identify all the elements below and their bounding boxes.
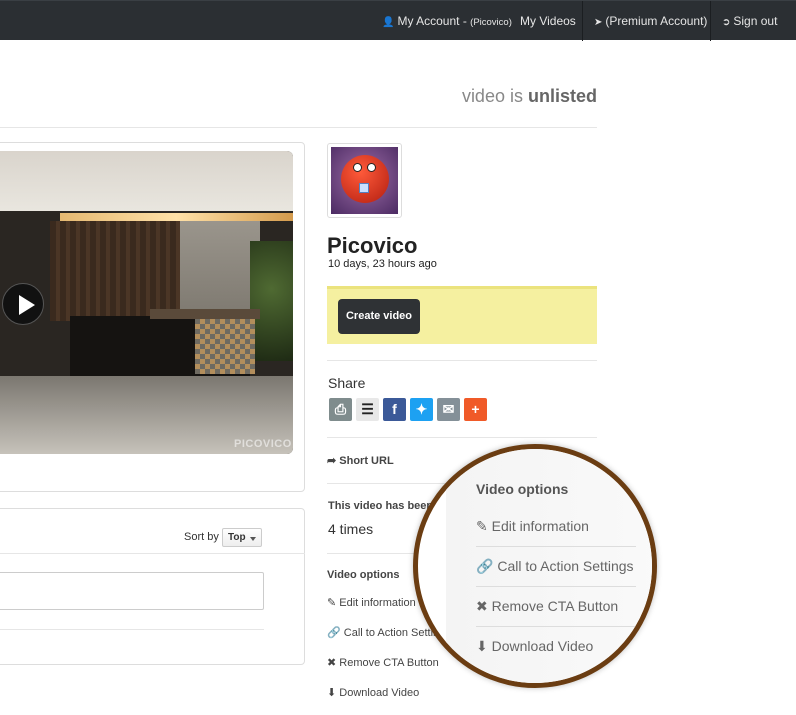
my-videos-link[interactable]: My Videos — [520, 1, 576, 41]
top-nav-bar: 👤 My Account - (Picovico) My Videos ➤ (Pre… — [0, 0, 796, 41]
remove-cta-link[interactable]: ✖ Remove CTA Button — [327, 656, 439, 669]
magnifier-callout: Video options ✎ Edit information 🔗 Call … — [413, 444, 657, 688]
divider — [476, 546, 636, 547]
status-value: unlisted — [527, 86, 597, 106]
email-icon[interactable]: ✉ — [437, 398, 460, 421]
print-icon[interactable]: ⎙ — [329, 398, 352, 421]
link-icon: 🔗 — [327, 627, 341, 639]
magnified-edit-label: Edit information — [491, 518, 589, 534]
sort-by-label: Sort by — [184, 531, 219, 543]
video-thumbnail-tiles — [195, 319, 255, 374]
avatar-cup — [359, 183, 369, 193]
download-video-label: Download Video — [339, 687, 420, 699]
pencil-icon: ✎ — [327, 597, 337, 609]
account-name: (Picovico) — [470, 17, 512, 28]
premium-account-link[interactable]: ➤ (Premium Account) — [594, 1, 707, 41]
video-thumbnail-counter — [150, 309, 260, 319]
video-thumbnail-light — [60, 213, 293, 221]
divider — [476, 626, 636, 627]
sort-value: Top — [228, 532, 246, 543]
add-share-icon[interactable]: + — [464, 398, 487, 421]
divider — [0, 127, 597, 128]
video-thumbnail-wall — [50, 221, 180, 321]
views-count: 4 times — [328, 521, 374, 537]
comment-input[interactable] — [0, 572, 264, 610]
link-icon: 🔗 — [476, 558, 494, 574]
premium-label: (Premium Account) — [605, 14, 708, 28]
short-url-link[interactable]: ➦ Short URL — [327, 454, 394, 467]
my-account-link[interactable]: 👤 My Account - (Picovico) — [382, 1, 512, 41]
magnified-cta-label: Call to Action Settings — [497, 558, 634, 574]
magnified-remove-cta[interactable]: ✖ Remove CTA Button — [476, 598, 618, 615]
rocket-icon: ➤ — [594, 17, 603, 28]
video-watermark: PICOVICO — [234, 438, 292, 450]
create-video-button[interactable]: Create video — [338, 299, 420, 334]
share-title: Share — [328, 375, 366, 391]
sort-select[interactable]: Top — [222, 528, 262, 547]
avatar-eye — [353, 163, 362, 172]
download-icon: ⬇ — [476, 638, 488, 654]
edit-information-label: Edit information — [339, 597, 416, 609]
download-video-link[interactable]: ⬇ Download Video — [327, 686, 419, 699]
avatar-character — [341, 155, 389, 203]
sign-out-label: Sign out — [733, 14, 778, 28]
video-status: video is unlisted — [462, 86, 597, 107]
facebook-icon[interactable]: f — [383, 398, 406, 421]
buffer-icon[interactable]: ☰ — [356, 398, 379, 421]
edit-information-link[interactable]: ✎ Edit information — [327, 596, 416, 609]
magnified-cta-settings[interactable]: 🔗 Call to Action Settings — [476, 558, 634, 575]
sign-out-link[interactable]: ➲ Sign out — [722, 1, 777, 41]
divider — [0, 553, 305, 554]
magnified-remove-label: Remove CTA Button — [491, 598, 619, 614]
nav-divider — [582, 1, 583, 41]
caret-down-icon — [250, 537, 256, 541]
sign-out-icon: ➲ — [722, 17, 731, 28]
magnified-download-label: Download Video — [491, 638, 594, 654]
video-thumbnail-plant — [250, 241, 293, 361]
video-options-title: Video options — [327, 569, 400, 581]
close-icon: ✖ — [476, 598, 488, 614]
channel-name[interactable]: Picovico — [327, 233, 417, 259]
avatar-image — [331, 147, 398, 214]
views-label: This video has been — [328, 500, 434, 512]
divider — [476, 586, 636, 587]
my-account-label: My Account - — [397, 14, 467, 28]
magnified-edit-information[interactable]: ✎ Edit information — [476, 518, 589, 535]
close-icon: ✖ — [327, 657, 337, 669]
user-icon: 👤 — [382, 17, 395, 28]
download-icon: ⬇ — [327, 687, 337, 699]
video-thumbnail-ceiling — [0, 151, 293, 211]
avatar[interactable] — [327, 143, 402, 218]
upload-time: 10 days, 23 hours ago — [328, 258, 437, 270]
play-icon[interactable] — [2, 283, 44, 325]
twitter-icon[interactable]: ✦ — [410, 398, 433, 421]
magnified-download-video[interactable]: ⬇ Download Video — [476, 638, 593, 655]
avatar-eye — [367, 163, 376, 172]
short-url-label: Short URL — [339, 455, 394, 467]
nav-divider — [710, 1, 711, 41]
magnified-options-title: Video options — [476, 481, 569, 497]
pencil-icon: ✎ — [476, 518, 488, 534]
remove-cta-label: Remove CTA Button — [339, 657, 439, 669]
divider — [327, 437, 597, 438]
share-arrow-icon: ➦ — [327, 455, 337, 467]
divider — [0, 629, 264, 630]
status-prefix: video is — [461, 86, 523, 106]
divider — [327, 360, 597, 361]
